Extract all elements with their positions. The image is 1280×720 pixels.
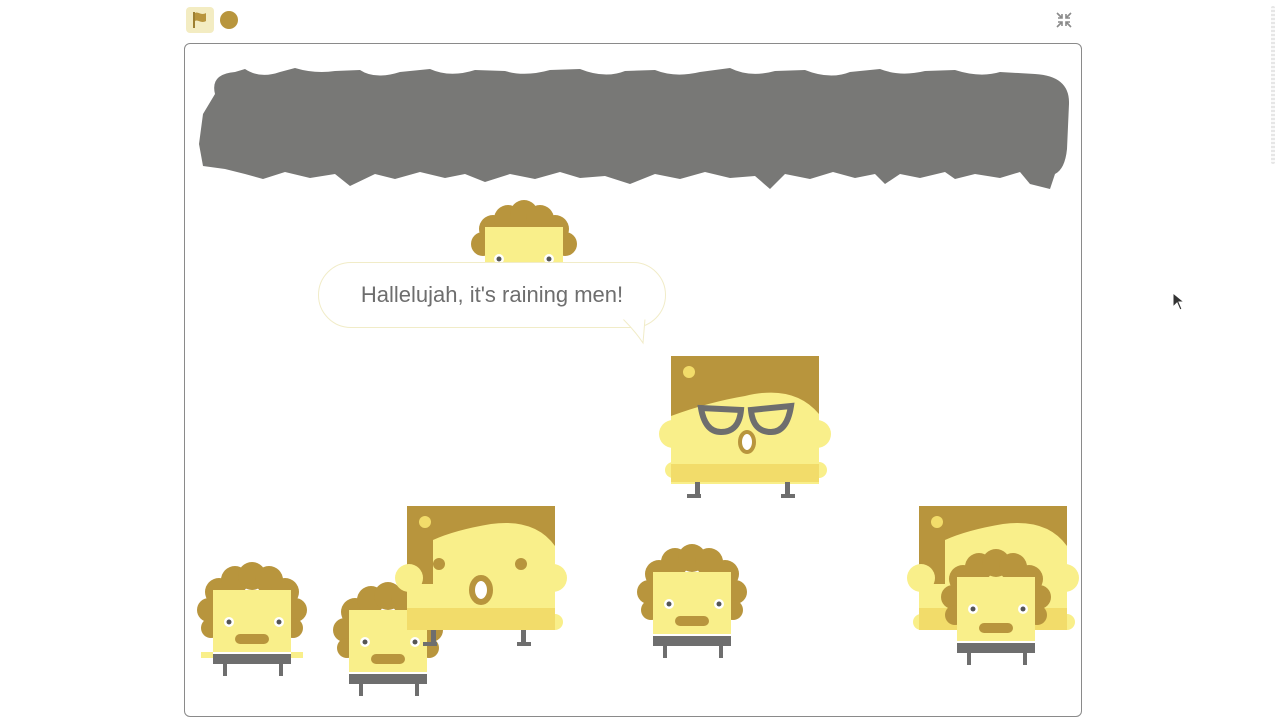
sunglasses-woman-sprite[interactable] (659, 354, 835, 500)
fullscreen-toggle-button[interactable] (1053, 9, 1075, 31)
stop-button[interactable] (220, 11, 238, 29)
stage-canvas[interactable]: Hallelujah, it's raining men! (184, 43, 1082, 717)
curly-man-sprite[interactable] (631, 544, 753, 662)
mouse-pointer-icon (1172, 292, 1186, 311)
scrollbar-thumb[interactable] (1271, 6, 1275, 164)
speech-bubble: Hallelujah, it's raining men! (318, 262, 666, 345)
square-woman-sprite[interactable] (395, 504, 571, 650)
flag-icon (193, 12, 206, 28)
collapse-fullscreen-icon (1056, 12, 1072, 28)
page-scrollbar[interactable] (1268, 0, 1280, 720)
curly-man-sprite[interactable] (463, 199, 585, 269)
player-toolbar (0, 0, 1280, 40)
speech-bubble-tail (622, 319, 646, 345)
curly-man-sprite[interactable] (191, 562, 313, 680)
speech-bubble-text: Hallelujah, it's raining men! (360, 282, 624, 307)
green-flag-button[interactable] (186, 7, 214, 33)
curly-man-sprite[interactable] (935, 549, 1057, 671)
